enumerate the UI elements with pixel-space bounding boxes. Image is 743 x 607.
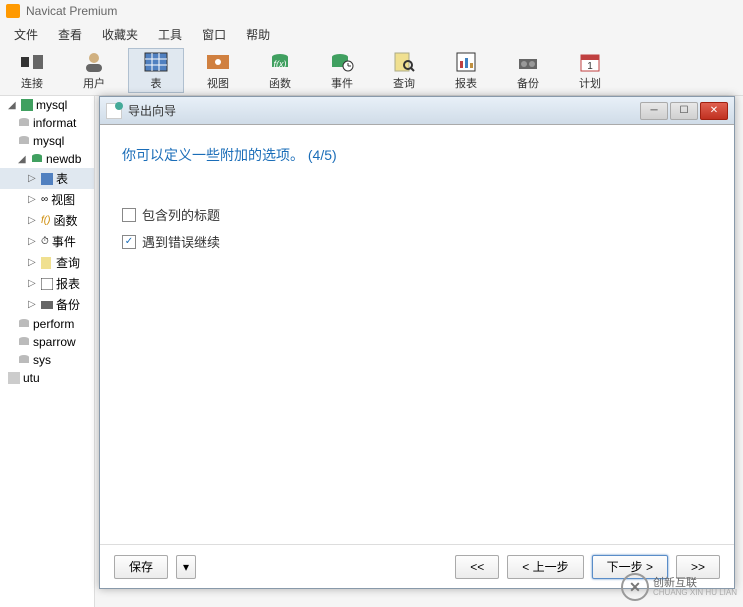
sidebar-item-backups[interactable]: ▷备份 [0, 294, 94, 315]
tool-report[interactable]: 报表 [438, 48, 494, 93]
app-title: Navicat Premium [26, 4, 117, 18]
dialog-title: 导出向导 [128, 102, 176, 119]
expand-icon[interactable]: ▷ [28, 215, 38, 226]
database-icon [18, 318, 30, 330]
sidebar-item-perform[interactable]: perform [0, 315, 94, 333]
checkbox-label: 遇到错误继续 [142, 232, 220, 251]
query-icon [391, 51, 417, 73]
table-icon [143, 51, 169, 73]
watermark: ✕ 创新互联 CHUANG XIN HU LIAN [621, 573, 737, 601]
tool-backup[interactable]: 备份 [500, 48, 556, 93]
plug-icon [19, 51, 45, 73]
function-icon: f(x) [267, 51, 293, 73]
tool-schedule[interactable]: 1 计划 [562, 48, 618, 93]
expand-icon[interactable]: ▷ [28, 194, 38, 205]
sidebar-item-newdb[interactable]: ◢newdb [0, 150, 94, 168]
navicat-icon [6, 4, 20, 18]
function-icon: f() [41, 215, 50, 226]
prev-button[interactable]: < 上一步 [507, 555, 583, 579]
sidebar-item-functions[interactable]: ▷f()函数 [0, 210, 94, 231]
view-icon: ∞ [41, 194, 48, 205]
dialog-prompt: 你可以定义一些附加的选项。 (4/5) [122, 145, 712, 165]
database-icon [18, 117, 30, 129]
menu-window[interactable]: 窗口 [196, 24, 232, 45]
maximize-button[interactable]: ☐ [670, 102, 698, 120]
first-button[interactable]: << [455, 555, 499, 579]
sidebar-item-events[interactable]: ▷⏱事件 [0, 231, 94, 252]
menubar: 文件 查看 收藏夹 工具 窗口 帮助 [0, 22, 743, 46]
sidebar-item-views[interactable]: ▷∞视图 [0, 189, 94, 210]
tool-view[interactable]: 视图 [190, 48, 246, 93]
save-button[interactable]: 保存 [114, 555, 168, 579]
sidebar-item-utu[interactable]: utu [0, 369, 94, 387]
report-icon [41, 278, 53, 290]
expand-icon[interactable]: ▷ [28, 236, 38, 247]
expand-icon[interactable]: ▷ [28, 299, 38, 310]
expand-icon[interactable]: ▷ [28, 257, 38, 268]
minimize-button[interactable]: ─ [640, 102, 668, 120]
database-icon [18, 135, 30, 147]
save-dropdown-button[interactable]: ▾ [176, 555, 196, 579]
sidebar-item-mysql-db[interactable]: mysql [0, 132, 94, 150]
checkbox-icon[interactable] [122, 208, 136, 222]
collapse-icon[interactable]: ◢ [8, 100, 18, 111]
watermark-brand: 创新互联 [653, 577, 737, 589]
tool-query[interactable]: 查询 [376, 48, 432, 93]
database-icon [18, 354, 30, 366]
sidebar-item-queries[interactable]: ▷查询 [0, 252, 94, 273]
tool-event[interactable]: 事件 [314, 48, 370, 93]
checkbox-icon[interactable] [122, 235, 136, 249]
table-icon [41, 173, 53, 185]
expand-icon[interactable]: ▷ [28, 278, 38, 289]
tool-table[interactable]: 表 [128, 48, 184, 93]
wizard-icon [106, 103, 122, 119]
watermark-icon: ✕ [621, 573, 649, 601]
server-icon [8, 372, 20, 384]
checkbox-include-headers[interactable]: 包含列的标题 [122, 205, 712, 224]
collapse-icon[interactable]: ◢ [18, 154, 28, 165]
query-icon [41, 257, 53, 269]
dialog-titlebar[interactable]: 导出向导 ─ ☐ ✕ [100, 97, 734, 125]
sidebar-item-tables[interactable]: ▷表 [0, 168, 94, 189]
close-button[interactable]: ✕ [700, 102, 728, 120]
database-icon [18, 336, 30, 348]
menu-tools[interactable]: 工具 [152, 24, 188, 45]
svg-text:f(x): f(x) [274, 59, 287, 69]
dialog-body: 你可以定义一些附加的选项。 (4/5) 包含列的标题 遇到错误继续 [100, 125, 734, 544]
server-icon [21, 99, 33, 111]
export-wizard-dialog: 导出向导 ─ ☐ ✕ 你可以定义一些附加的选项。 (4/5) 包含列的标题 遇到… [99, 96, 735, 589]
tool-function[interactable]: f(x) 函数 [252, 48, 308, 93]
event-icon: ⏱ [41, 236, 49, 247]
user-icon [81, 51, 107, 73]
report-icon [453, 51, 479, 73]
menu-file[interactable]: 文件 [8, 24, 44, 45]
svg-text:1: 1 [587, 61, 593, 72]
sidebar: ◢mysql informat mysql ◢newdb ▷表 ▷∞视图 ▷f(… [0, 96, 95, 607]
expand-icon[interactable]: ▷ [28, 173, 38, 184]
menu-favorites[interactable]: 收藏夹 [96, 24, 144, 45]
sidebar-item-reports[interactable]: ▷报表 [0, 273, 94, 294]
sidebar-item-informat[interactable]: informat [0, 114, 94, 132]
sidebar-item-sys[interactable]: sys [0, 351, 94, 369]
menu-help[interactable]: 帮助 [240, 24, 276, 45]
sidebar-item-sparrow[interactable]: sparrow [0, 333, 94, 351]
backup-icon [515, 51, 541, 73]
toolbar: 连接 用户 表 视图 f(x) 函数 事件 查询 报表 备份 1 计划 [0, 46, 743, 96]
tool-connect[interactable]: 连接 [4, 48, 60, 93]
watermark-sub: CHUANG XIN HU LIAN [653, 589, 737, 598]
checkbox-label: 包含列的标题 [142, 205, 220, 224]
event-icon [329, 51, 355, 73]
sidebar-item-mysql[interactable]: ◢mysql [0, 96, 94, 114]
backup-icon [41, 299, 53, 311]
database-icon [31, 153, 43, 165]
menu-view[interactable]: 查看 [52, 24, 88, 45]
tool-user[interactable]: 用户 [66, 48, 122, 93]
checkbox-continue-on-error[interactable]: 遇到错误继续 [122, 232, 712, 251]
schedule-icon: 1 [577, 51, 603, 73]
view-icon [205, 51, 231, 73]
app-titlebar: Navicat Premium [0, 0, 743, 22]
